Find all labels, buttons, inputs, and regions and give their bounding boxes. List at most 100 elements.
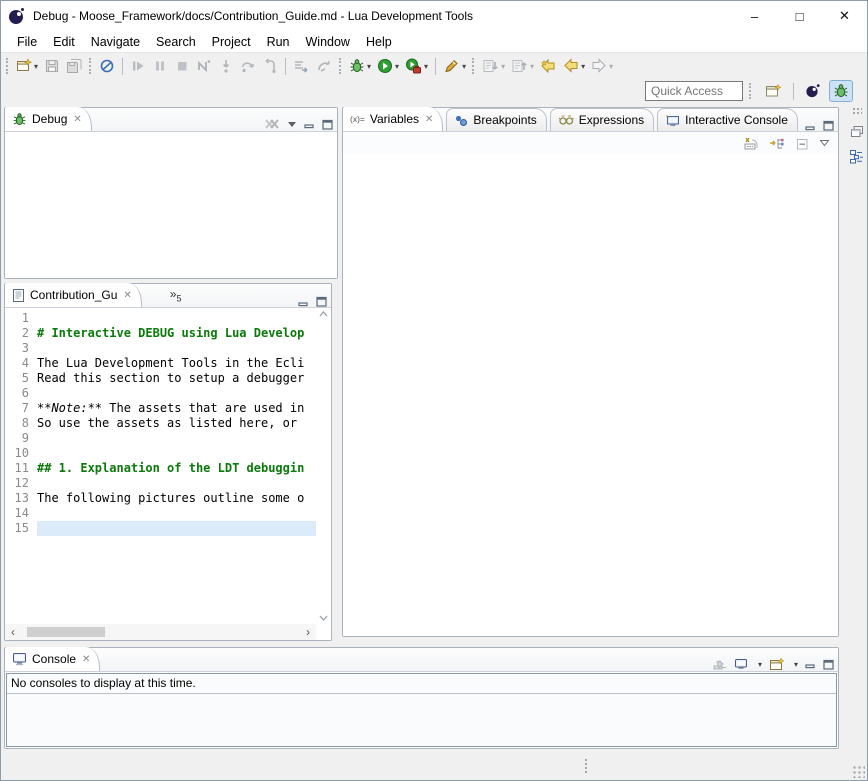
disconnect-button[interactable] (194, 55, 214, 77)
run-dropdown[interactable]: ▾ (395, 62, 399, 71)
scroll-left-icon[interactable]: ‹ (5, 625, 21, 639)
last-edit-location-button[interactable] (538, 55, 559, 77)
suspend-button[interactable] (150, 55, 170, 77)
drop-to-frame-button[interactable] (314, 55, 335, 77)
console-content[interactable]: No consoles to display at this time. (6, 673, 837, 747)
variables-view-menu-button[interactable] (819, 139, 830, 147)
tab-debug[interactable]: Debug ✕ (5, 107, 92, 131)
open-console-dropdown[interactable]: ▾ (794, 660, 798, 669)
tab-variables-close-icon[interactable]: ✕ (425, 114, 433, 125)
tab-interactive-console[interactable]: Interactive Console (657, 108, 798, 131)
tab-expressions[interactable]: Expressions (550, 108, 654, 131)
run-button[interactable]: ▾ (375, 55, 401, 77)
editor-maximize-button[interactable] (316, 296, 327, 307)
statusbar-drag-handle[interactable] (584, 758, 588, 774)
debug-button[interactable]: ▾ (347, 55, 373, 77)
open-console-button[interactable] (769, 657, 785, 671)
open-task-dropdown[interactable]: ▾ (462, 62, 466, 71)
step-into-button[interactable] (216, 55, 236, 77)
variables-maximize-button[interactable] (823, 120, 834, 131)
menu-project[interactable]: Project (204, 32, 259, 52)
pin-console-button[interactable] (712, 658, 727, 671)
lua-perspective-button[interactable] (800, 80, 825, 102)
back-dropdown[interactable]: ▾ (581, 62, 585, 71)
save-button[interactable] (42, 55, 62, 77)
editor-vertical-scrollbar[interactable] (316, 308, 331, 624)
show-logical-structures-button[interactable] (743, 136, 760, 151)
collapse-all-button[interactable] (795, 136, 810, 151)
window-close-button[interactable]: ✕ (822, 1, 867, 31)
terminate-button[interactable] (172, 55, 192, 77)
toolbar-drag-handle[interactable] (6, 58, 10, 74)
restore-view-button[interactable] (850, 125, 864, 138)
scroll-up-icon[interactable] (319, 311, 328, 317)
window-resize-grip[interactable] (852, 765, 865, 778)
menu-search[interactable]: Search (148, 32, 204, 52)
debug-maximize-button[interactable] (322, 119, 333, 130)
variables-minimize-button[interactable] (805, 121, 816, 131)
editor-horizontal-scrollbar[interactable]: ‹ › (5, 624, 316, 640)
tab-variables[interactable]: (x)= Variables ✕ (343, 107, 443, 131)
next-annotation-dropdown[interactable]: ▾ (501, 62, 505, 71)
editor-minimize-button[interactable] (298, 297, 309, 307)
variables-view-content[interactable] (343, 154, 838, 636)
tab-breakpoints[interactable]: Breakpoints (446, 108, 546, 131)
next-annotation-button[interactable]: ▾ (480, 55, 507, 77)
previous-annotation-dropdown[interactable]: ▾ (530, 62, 534, 71)
line-text: The following pictures outline some o (37, 491, 316, 506)
toolbar-drag-handle[interactable] (89, 58, 93, 74)
toolbar-drag-handle[interactable] (339, 58, 343, 74)
show-type-names-button[interactable] (769, 136, 786, 151)
use-step-filters-button[interactable] (291, 55, 312, 77)
resume-button[interactable] (128, 55, 148, 77)
perspective-bar-drag-handle[interactable] (749, 83, 753, 99)
editor-lines[interactable]: 12# Interactive DEBUG using Lua Develop3… (5, 311, 316, 624)
outline-view-button[interactable] (849, 149, 864, 164)
window-maximize-button[interactable]: □ (777, 1, 822, 31)
scrollbar-thumb[interactable] (27, 627, 105, 637)
debug-minimize-button[interactable] (304, 119, 315, 129)
scroll-right-icon[interactable]: › (300, 625, 316, 639)
scroll-down-icon[interactable] (319, 615, 328, 621)
quick-access-input[interactable] (645, 81, 743, 101)
debug-view-content[interactable] (5, 132, 337, 278)
debug-perspective-button[interactable] (829, 80, 853, 102)
tab-debug-close-icon[interactable]: ✕ (73, 114, 81, 125)
previous-annotation-button[interactable]: ▾ (509, 55, 536, 77)
open-perspective-button[interactable] (761, 80, 787, 102)
external-tools-dropdown[interactable]: ▾ (424, 62, 428, 71)
toolbar-drag-handle[interactable] (472, 58, 476, 74)
skip-all-breakpoints-button[interactable] (97, 55, 117, 77)
debug-view-menu-button[interactable] (287, 120, 297, 128)
save-all-button[interactable] (64, 55, 85, 77)
menu-run[interactable]: Run (259, 32, 298, 52)
display-selected-console-button[interactable] (734, 658, 749, 671)
new-wizard-dropdown[interactable]: ▾ (34, 62, 38, 71)
window-minimize-button[interactable]: – (732, 1, 777, 31)
tab-console-close-icon[interactable]: ✕ (82, 654, 90, 665)
remove-all-terminated-button[interactable] (264, 117, 280, 131)
editor-tab-overflow-button[interactable]: »5 (170, 287, 182, 303)
console-maximize-button[interactable] (823, 659, 834, 670)
trim-drag-handle[interactable] (852, 107, 862, 114)
console-minimize-button[interactable] (805, 659, 816, 669)
debug-dropdown[interactable]: ▾ (367, 62, 371, 71)
external-tools-button[interactable]: ▾ (403, 55, 430, 77)
menu-help[interactable]: Help (358, 32, 400, 52)
new-wizard-button[interactable]: ▾ (14, 55, 40, 77)
editor-surface[interactable]: 12# Interactive DEBUG using Lua Develop3… (5, 308, 331, 640)
open-task-button[interactable]: ▾ (441, 55, 468, 77)
forward-button[interactable]: ▾ (589, 55, 615, 77)
forward-dropdown[interactable]: ▾ (609, 62, 613, 71)
tab-console[interactable]: Console ✕ (5, 647, 100, 671)
tab-contribution-guide-close-icon[interactable]: ✕ (123, 290, 131, 301)
menu-navigate[interactable]: Navigate (83, 32, 148, 52)
menu-file[interactable]: File (9, 32, 45, 52)
step-over-button[interactable] (238, 55, 258, 77)
display-console-dropdown[interactable]: ▾ (758, 660, 762, 669)
menu-window[interactable]: Window (298, 32, 358, 52)
back-button[interactable]: ▾ (561, 55, 587, 77)
tab-contribution-guide[interactable]: Contribution_Gu ✕ (5, 283, 142, 307)
menu-edit[interactable]: Edit (45, 32, 83, 52)
step-return-button[interactable] (260, 55, 280, 77)
